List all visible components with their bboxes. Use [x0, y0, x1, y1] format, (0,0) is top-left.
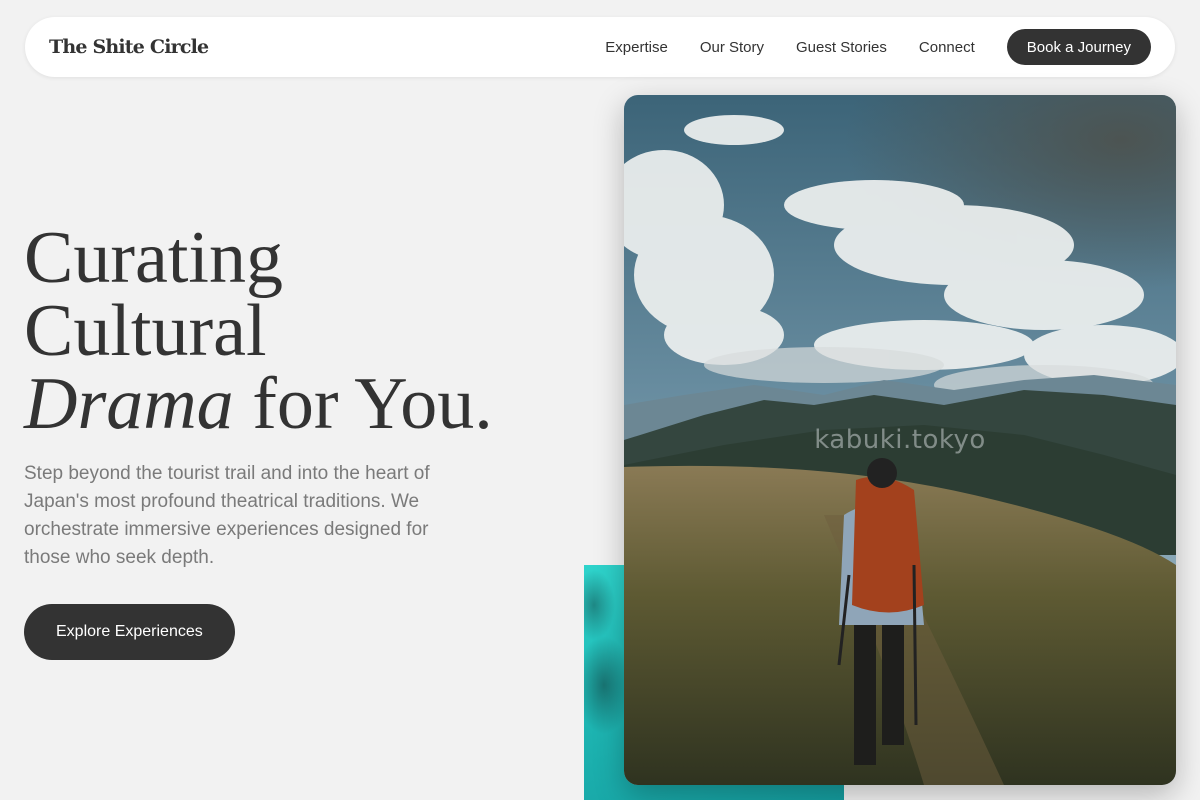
- photo-watermark: kabuki.tokyo: [814, 425, 986, 455]
- headline-line-1: Curating: [24, 217, 283, 299]
- nav-links: Expertise Our Story Guest Stories Connec…: [573, 29, 1151, 65]
- nav-link-guest-stories[interactable]: Guest Stories: [796, 39, 887, 56]
- hiker-mountain-photo: kabuki.tokyo: [624, 95, 1176, 785]
- headline-line-2: Cultural: [24, 290, 267, 372]
- headline-line-3: Drama for You.: [24, 367, 584, 441]
- hero-lead-text: Step beyond the tourist trail and into t…: [24, 463, 430, 568]
- nav-link-expertise[interactable]: Expertise: [605, 39, 668, 56]
- headline-italic-word: Drama: [24, 363, 234, 445]
- explore-experiences-button[interactable]: Explore Experiences: [24, 604, 235, 660]
- page: The Shite Circle Expertise Our Story Gue…: [0, 0, 1200, 800]
- headline-rest: for You.: [252, 363, 493, 445]
- nav-link-our-story[interactable]: Our Story: [700, 39, 764, 56]
- nav-link-connect[interactable]: Connect: [919, 39, 975, 56]
- top-nav: The Shite Circle Expertise Our Story Gue…: [25, 17, 1175, 77]
- brand-logo[interactable]: The Shite Circle: [49, 36, 209, 58]
- hero-headline: Curating Cultural Drama for You.: [24, 217, 584, 441]
- book-journey-button[interactable]: Book a Journey: [1006, 29, 1151, 65]
